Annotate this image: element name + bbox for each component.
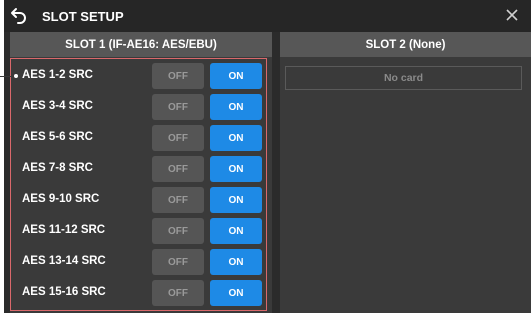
off-button[interactable]: OFF [152,63,204,89]
close-icon [506,9,518,21]
slot1-header: SLOT 1 (IF-AE16: AES/EBU) [10,32,272,57]
src-row: AES 1-2 SRC OFF ON [16,63,266,91]
on-button[interactable]: ON [210,94,262,120]
no-card-status: No card [285,66,522,90]
on-button[interactable]: ON [210,218,262,244]
src-row-label: AES 7-8 SRC [22,162,93,174]
off-button[interactable]: OFF [152,125,204,151]
off-button[interactable]: OFF [152,280,204,306]
slot2-header: SLOT 2 (None) [280,32,531,57]
src-row: AES 3-4 SRC OFF ON [16,94,266,122]
title-bar: SLOT SETUP [4,0,531,32]
src-row: AES 5-6 SRC OFF ON [16,125,266,153]
on-button[interactable]: ON [210,249,262,275]
off-button[interactable]: OFF [152,218,204,244]
off-button[interactable]: OFF [152,187,204,213]
src-row-label: AES 9-10 SRC [22,193,100,205]
on-button[interactable]: ON [210,280,262,306]
src-row-label: AES 1-2 SRC [22,69,93,81]
back-button[interactable] [6,2,32,28]
off-button[interactable]: OFF [152,94,204,120]
on-button[interactable]: ON [210,156,262,182]
src-row: AES 7-8 SRC OFF ON [16,156,266,184]
src-row-label: AES 13-14 SRC [22,255,106,267]
src-row: AES 15-16 SRC OFF ON [16,280,266,308]
on-button[interactable]: ON [210,63,262,89]
back-arrow-icon [11,8,26,24]
window-title: SLOT SETUP [42,9,124,24]
src-row: AES 13-14 SRC OFF ON [16,249,266,277]
on-button[interactable]: ON [210,125,262,151]
src-row: AES 9-10 SRC OFF ON [16,187,266,215]
off-button[interactable]: OFF [152,249,204,275]
on-button[interactable]: ON [210,187,262,213]
src-row-label: AES 15-16 SRC [22,286,106,298]
off-button[interactable]: OFF [152,156,204,182]
close-button[interactable] [501,4,523,26]
src-row-label: AES 5-6 SRC [22,131,93,143]
src-row-label: AES 3-4 SRC [22,100,93,112]
src-row-label: AES 11-12 SRC [22,224,106,236]
src-row: AES 11-12 SRC OFF ON [16,218,266,246]
